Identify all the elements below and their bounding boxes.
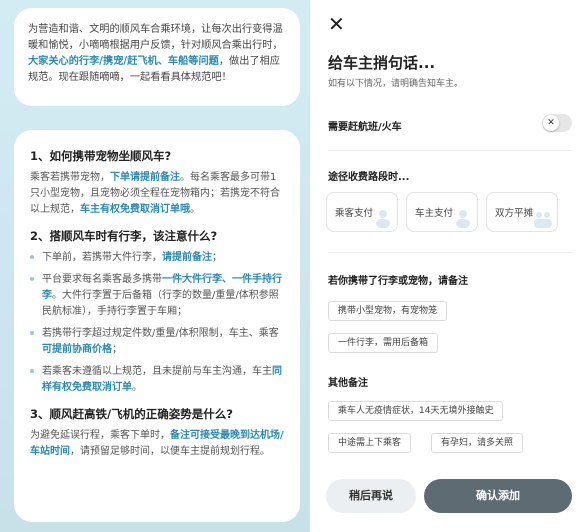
toll-option-passenger[interactable]: 乘客支付 [326, 192, 398, 232]
section-title-train-flight: 3、顺风赶高铁/飞机的正确姿势是什么? [30, 407, 233, 421]
section-text-train-flight: 为避免延误行程，乘客下单时，备注可接受最晚到达机场/车站时间，请预留足够时间，以… [30, 430, 284, 457]
rules-card: 1、如何携带宠物坐顺风车? 乘客若携带宠物，下单请提前备注。每名乘客最多可带1只… [14, 130, 300, 522]
close-icon[interactable]: ✕ [328, 14, 345, 34]
option-label: 乘客支付 [335, 208, 374, 219]
sheet-title: 给车主捎句话... [328, 54, 436, 72]
message-driver-sheet: ✕ 给车主捎句话... 如有以下情况，请明确告知车主。 需要赶航班/火车 ✕ 途… [312, 0, 586, 532]
rush-label: 需要赶航班/火车 [328, 122, 402, 133]
toll-label: 途径收费路段时... [328, 172, 410, 183]
luggage-bullet-list: 下单前，若携带大件行李，请提前备注； 平台要求每名乘客最多携带一件大件行李、一件… [30, 250, 284, 396]
chip-one-luggage[interactable]: 一件行李，需用后备箱 [328, 333, 439, 353]
sheet-subtitle: 如有以下情况，请明确告知车主。 [328, 79, 464, 89]
other-notes-label: 其他备注 [328, 378, 368, 389]
chip-small-pet[interactable]: 携带小型宠物，有宠物笼 [328, 301, 448, 321]
two-people-icon [534, 212, 552, 228]
list-item: 平台要求每名乘客最多携带一件大件行李、一件手持行李。大件行李置于后备箱（行李的数… [30, 272, 284, 320]
option-label: 车主支付 [415, 208, 454, 219]
rules-panel: 为营造和谐、文明的顺风车合乘环境，让每次出行变得温暖和愉悦，小嘀嘀根据用户反馈，… [0, 0, 310, 532]
chip-no-symptoms[interactable]: 乘车人无疫情症状，14天无境外接触史 [328, 401, 504, 421]
rush-toggle[interactable]: ✕ [542, 114, 572, 132]
toll-option-split[interactable]: 双方平摊 [486, 192, 558, 232]
list-item: 若乘客未遵循以上规范，且未提前与车主沟通，车主同样有权免费取消订单。 [30, 364, 284, 396]
toll-options: 乘客支付 车主支付 双方平摊 [326, 192, 558, 232]
intro-text: 为营造和谐、文明的顺风车合乘环境，让每次出行变得温暖和愉悦，小嘀嘀根据用户反馈，… [28, 22, 286, 86]
luggage-label: 若你携带了行李或宠物，请备注 [328, 276, 468, 287]
person-icon [456, 210, 470, 228]
list-item: 若携带行李超过规定件数/重量/体积限制，车主、乘客可提前协商价格； [30, 326, 284, 358]
section-title-luggage: 2、搭顺风车时有行李，该注意什么? [30, 229, 218, 243]
divider [328, 252, 572, 253]
person-icon [376, 210, 390, 228]
confirm-add-button[interactable]: 确认添加 [424, 479, 572, 513]
intro-part: 为营造和谐、文明的顺风车合乘环境，让每次出行变得温暖和愉悦，小嘀嘀根据用户反馈，… [28, 24, 283, 51]
toll-option-driver[interactable]: 车主支付 [406, 192, 478, 232]
intro-highlight: 大家关心的行李/携宠/赶飞机、车船等问题 [28, 56, 219, 67]
section-title-pets: 1、如何携带宠物坐顺风车? [30, 149, 172, 163]
intro-card: 为营造和谐、文明的顺风车合乘环境，让每次出行变得温暖和愉悦，小嘀嘀根据用户反馈，… [14, 8, 300, 106]
later-button[interactable]: 稍后再说 [326, 479, 416, 513]
section-text-pets: 乘客若携带宠物，下单请提前备注。每名乘客最多可带1只小型宠物，且宠物必须全程在宠… [30, 172, 280, 215]
list-item: 下单前，若携带大件行李，请提前备注； [30, 250, 284, 266]
chip-pregnant[interactable]: 有孕妇，请多关照 [431, 433, 524, 453]
divider [328, 150, 572, 151]
toggle-knob: ✕ [543, 115, 559, 131]
option-label: 双方平摊 [495, 208, 534, 219]
chip-pickup-dropoff[interactable]: 中途需上下乘客 [328, 433, 412, 453]
